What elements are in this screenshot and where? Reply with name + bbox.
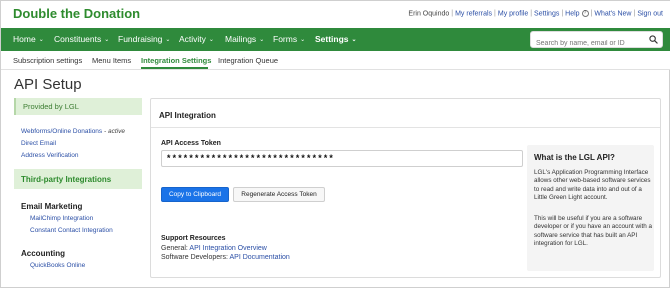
tab-integration-settings[interactable]: Integration Settings — [141, 56, 211, 65]
settings-link[interactable]: Settings — [534, 10, 559, 17]
tab-integration-queue[interactable]: Integration Queue — [218, 56, 278, 65]
section-accounting: Accounting — [21, 249, 65, 258]
provided-by-header: Provided by LGL — [14, 98, 142, 115]
app-window: Double the Donation Erin Oquindo | My refe… — [0, 0, 670, 288]
sign-out-link[interactable]: Sign out — [637, 10, 663, 17]
panel-title: API Integration — [159, 111, 216, 120]
user-links: Erin Oquindo | My referrals | My profile | Set… — [408, 10, 663, 18]
active-tab-indicator — [141, 67, 208, 69]
my-referrals-link[interactable]: My referrals — [455, 10, 492, 17]
chevron-down-icon: ⌄ — [300, 37, 306, 43]
support-resources-title: Support Resources — [161, 235, 226, 242]
copy-to-clipboard-button[interactable]: Copy to Clipboard — [161, 187, 229, 202]
settings-subnav: Subscription settings Menu Items Integra… — [1, 51, 670, 70]
app-logo[interactable]: Double the Donation — [13, 6, 140, 21]
nav-constituents[interactable]: Constituents ⌄ — [54, 34, 109, 44]
api-info-box: What is the LGL API? LGL's Application P… — [527, 145, 654, 271]
third-party-header: Third-party Integrations — [14, 169, 142, 189]
sidebar-item-direct-email[interactable]: Direct Email — [21, 140, 56, 147]
divider — [151, 127, 660, 128]
resource-developers: Software Developers: API Documentation — [161, 254, 290, 261]
api-integration-panel: API Integration API Access Token Copy to… — [150, 98, 661, 278]
info-paragraph-1: LGL's Application Programming Interface … — [534, 169, 651, 201]
chevron-down-icon: ⌄ — [104, 37, 110, 43]
sidebar-item-quickbooks[interactable]: QuickBooks Online — [30, 262, 85, 269]
sidebar-item-address-verification[interactable]: Address Verification — [21, 152, 78, 159]
nav-forms[interactable]: Forms ⌄ — [273, 34, 305, 44]
nav-fundraising[interactable]: Fundraising ⌄ — [118, 34, 170, 44]
sidebar-item-webforms[interactable]: Webforms/Online Donations - active — [21, 128, 125, 135]
chevron-down-icon: ⌄ — [208, 37, 214, 43]
tab-subscription-settings[interactable]: Subscription settings — [13, 56, 82, 65]
chevron-down-icon: ⌄ — [165, 37, 171, 43]
section-email-marketing: Email Marketing — [21, 202, 83, 211]
integrations-sidebar: Provided by LGL Webforms/Online Donation… — [14, 98, 142, 278]
page-title: API Setup — [14, 76, 82, 93]
my-profile-link[interactable]: My profile — [498, 10, 528, 17]
sidebar-item-mailchimp[interactable]: MailChimp Integration — [30, 215, 93, 222]
token-label: API Access Token — [161, 140, 221, 147]
top-bar: Double the Donation Erin Oquindo | My refe… — [1, 1, 670, 28]
api-overview-link[interactable]: API Integration Overview — [189, 245, 266, 252]
status-active: - active — [103, 128, 125, 135]
info-paragraph-2: This will be useful if you are a softwar… — [534, 215, 652, 247]
sidebar-item-constant-contact[interactable]: Constant Contact Integration — [30, 227, 113, 234]
regenerate-token-button[interactable]: Regenerate Access Token — [233, 187, 325, 202]
api-token-field[interactable] — [161, 150, 523, 167]
global-search[interactable] — [530, 31, 663, 51]
help-link[interactable]: Help — [565, 10, 579, 17]
tab-menu-items[interactable]: Menu Items — [92, 56, 131, 65]
search-icon[interactable] — [649, 35, 658, 44]
search-input[interactable] — [531, 36, 643, 51]
whats-new-link[interactable]: What's New — [594, 10, 631, 17]
nav-mailings[interactable]: Mailings ⌄ — [225, 34, 264, 44]
nav-home[interactable]: Home ⌄ — [13, 34, 44, 44]
nav-activity[interactable]: Activity ⌄ — [179, 34, 214, 44]
chevron-down-icon: ⌄ — [259, 37, 265, 43]
user-name: Erin Oquindo — [408, 10, 450, 18]
main-nav: Home ⌄ Constituents ⌄ Fundraising ⌄ Activit… — [1, 28, 670, 51]
chevron-down-icon: ⌄ — [38, 37, 44, 43]
resource-general: General: API Integration Overview — [161, 245, 267, 252]
info-title: What is the LGL API? — [534, 153, 615, 162]
chevron-down-icon: ⌄ — [351, 37, 357, 43]
api-documentation-link[interactable]: API Documentation — [229, 254, 289, 261]
question-circle-icon[interactable]: ? — [581, 10, 589, 17]
nav-settings[interactable]: Settings ⌄ — [315, 34, 357, 44]
